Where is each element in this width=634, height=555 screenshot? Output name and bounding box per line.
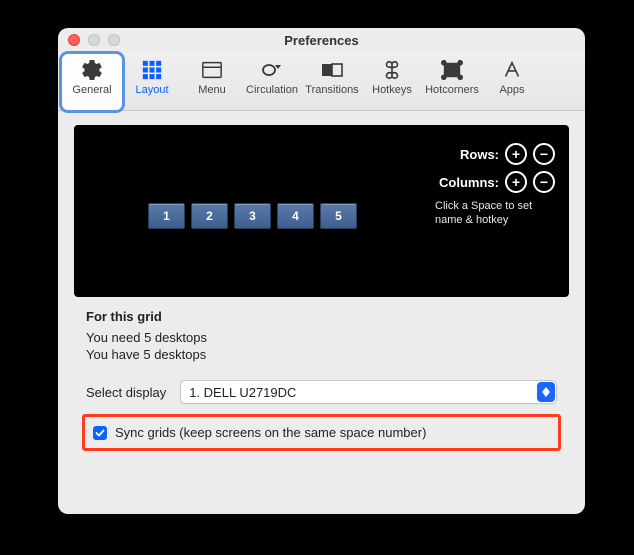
tab-label: Hotcorners <box>425 84 479 96</box>
corners-icon <box>439 58 465 82</box>
spaces-row: 1 2 3 4 5 <box>148 203 357 229</box>
columns-decrease-button[interactable]: − <box>533 171 555 193</box>
display-select-value: 1. DELL U2719DC <box>189 385 296 400</box>
tab-label: Layout <box>135 84 168 96</box>
space-tile[interactable]: 1 <box>148 203 185 229</box>
tab-label: General <box>72 84 111 96</box>
space-tile[interactable]: 3 <box>234 203 271 229</box>
apps-icon <box>499 58 525 82</box>
info-need: You need 5 desktops <box>86 330 557 345</box>
titlebar: Preferences <box>58 28 585 52</box>
tab-label: Transitions <box>305 84 358 96</box>
tab-label: Circulation <box>246 84 298 96</box>
tab-hotcorners[interactable]: Hotcorners <box>422 54 482 110</box>
toolbar: General Layout Menu Circulation <box>58 52 585 111</box>
grid-preview: 1 2 3 4 5 Rows: + − Columns: + − <box>74 125 569 297</box>
tab-layout[interactable]: Layout <box>122 54 182 110</box>
rows-decrease-button[interactable]: − <box>533 143 555 165</box>
preferences-window: Preferences General Layout Menu <box>58 28 585 514</box>
window-title: Preferences <box>58 33 585 48</box>
tab-apps[interactable]: Apps <box>482 54 542 110</box>
close-icon[interactable] <box>68 34 80 46</box>
menu-icon <box>199 58 225 82</box>
command-icon <box>379 58 405 82</box>
rows-increase-button[interactable]: + <box>505 143 527 165</box>
minimize-icon[interactable] <box>88 34 100 46</box>
zoom-icon[interactable] <box>108 34 120 46</box>
tab-hotkeys[interactable]: Hotkeys <box>362 54 422 110</box>
sync-grids-checkbox[interactable] <box>93 426 107 440</box>
info-heading: For this grid <box>86 309 557 324</box>
tab-circulation[interactable]: Circulation <box>242 54 302 110</box>
gear-icon <box>79 58 105 82</box>
columns-label: Columns: <box>439 175 499 190</box>
space-tile[interactable]: 5 <box>320 203 357 229</box>
tab-label: Apps <box>499 84 524 96</box>
rows-label: Rows: <box>460 147 499 162</box>
loop-icon <box>259 58 285 82</box>
tab-transitions[interactable]: Transitions <box>302 54 362 110</box>
grid-icon <box>139 58 165 82</box>
transition-icon <box>319 58 345 82</box>
window-controls <box>58 34 120 46</box>
tab-menu[interactable]: Menu <box>182 54 242 110</box>
display-select[interactable]: 1. DELL U2719DC <box>180 380 557 404</box>
info-have: You have 5 desktops <box>86 347 557 362</box>
sync-grids-row: Sync grids (keep screens on the same spa… <box>82 414 561 451</box>
grid-hint: Click a Space to set name & hotkey <box>435 199 555 228</box>
select-display-label: Select display <box>86 385 166 400</box>
tab-label: Menu <box>198 84 226 96</box>
space-tile[interactable]: 4 <box>277 203 314 229</box>
space-tile[interactable]: 2 <box>191 203 228 229</box>
chevron-up-down-icon <box>537 382 555 402</box>
grid-info: For this grid You need 5 desktops You ha… <box>74 297 569 362</box>
sync-grids-label: Sync grids (keep screens on the same spa… <box>115 425 426 440</box>
grid-controls: Rows: + − Columns: + − Click a Space to … <box>435 143 555 228</box>
tab-general[interactable]: General <box>62 54 122 110</box>
tab-label: Hotkeys <box>372 84 412 96</box>
columns-increase-button[interactable]: + <box>505 171 527 193</box>
content: 1 2 3 4 5 Rows: + − Columns: + − <box>58 111 585 465</box>
